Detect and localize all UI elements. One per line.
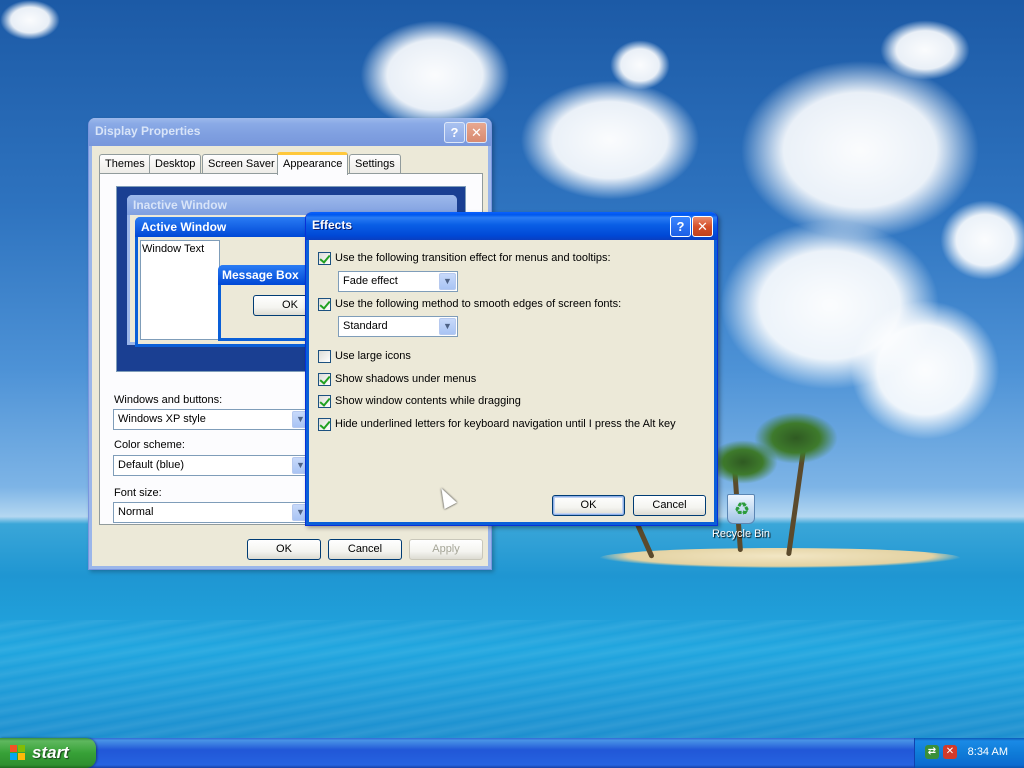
close-button[interactable]: ✕: [466, 122, 487, 143]
font-size-value: Normal: [118, 506, 154, 518]
chevron-down-icon[interactable]: ▼: [439, 318, 456, 335]
effects-titlebar[interactable]: Effects ? ✕: [306, 212, 717, 240]
transition-effect-checkbox[interactable]: [318, 252, 331, 265]
large-icons-label: Use large icons: [335, 350, 411, 362]
start-label: start: [32, 743, 69, 762]
ok-button[interactable]: OK: [247, 539, 321, 560]
tab-appearance[interactable]: Appearance: [277, 152, 349, 175]
effects-title: Effects: [312, 218, 353, 232]
effects-close-button[interactable]: ✕: [692, 216, 713, 237]
color-scheme-select[interactable]: Default (blue) ▼: [113, 455, 311, 476]
display-properties-titlebar[interactable]: Display Properties ? ✕: [89, 118, 491, 146]
transition-effect-label: Use the following transition effect for …: [335, 252, 611, 264]
taskbar[interactable]: start ⇄ ✕ 8:34 AM: [0, 738, 1024, 768]
color-scheme-label: Color scheme:: [114, 439, 185, 451]
question-icon: ?: [676, 219, 685, 234]
smooth-fonts-label: Use the following method to smooth edges…: [335, 298, 622, 310]
close-icon: ✕: [697, 219, 708, 234]
smooth-fonts-select[interactable]: Standard ▼: [338, 316, 458, 337]
effects-ok-button[interactable]: OK: [552, 495, 625, 516]
recycle-bin-icon: ♻: [727, 494, 755, 524]
transition-effect-value: Fade effect: [343, 275, 398, 287]
preview-active-title: Active Window: [141, 220, 227, 234]
font-size-select[interactable]: Normal ▼: [113, 502, 311, 523]
smooth-fonts-value: Standard: [343, 320, 388, 332]
network-icon[interactable]: ⇄: [925, 745, 939, 759]
windows-logo-icon: [10, 745, 26, 761]
windows-buttons-select[interactable]: Windows XP style ▼: [113, 409, 311, 430]
menu-shadows-checkbox[interactable]: [318, 373, 331, 386]
system-tray: ⇄ ✕ 8:34 AM: [914, 738, 1024, 768]
windows-buttons-value: Windows XP style: [118, 413, 206, 425]
question-icon: ?: [450, 125, 459, 140]
effects-dialog[interactable]: Effects ? ✕ Use the following transition…: [305, 212, 718, 526]
apply-button[interactable]: Apply: [409, 539, 483, 560]
start-button[interactable]: start: [0, 738, 96, 768]
smooth-fonts-checkbox[interactable]: [318, 298, 331, 311]
clock[interactable]: 8:34 AM: [968, 746, 1008, 758]
cancel-button[interactable]: Cancel: [328, 539, 402, 560]
hide-underlines-label: Hide underlined letters for keyboard nav…: [335, 418, 676, 430]
hide-underlines-checkbox[interactable]: [318, 418, 331, 431]
chevron-down-icon[interactable]: ▼: [439, 273, 456, 290]
drag-contents-checkbox[interactable]: [318, 395, 331, 408]
font-size-label: Font size:: [114, 487, 162, 499]
help-button[interactable]: ?: [444, 122, 465, 143]
color-scheme-value: Default (blue): [118, 459, 185, 471]
preview-message-box-title: Message Box: [222, 268, 299, 282]
windows-buttons-label: Windows and buttons:: [114, 394, 223, 406]
preview-inactive-title: Inactive Window: [133, 198, 227, 212]
tab-screen-saver[interactable]: Screen Saver: [202, 154, 281, 174]
security-shield-icon[interactable]: ✕: [943, 745, 957, 759]
tab-strip: Themes Desktop Screen Saver Appearance S…: [99, 152, 489, 175]
transition-effect-select[interactable]: Fade effect ▼: [338, 271, 458, 292]
window-title: Display Properties: [95, 124, 201, 138]
close-icon: ✕: [471, 125, 482, 140]
menu-shadows-label: Show shadows under menus: [335, 373, 477, 385]
effects-cancel-button[interactable]: Cancel: [633, 495, 706, 516]
tab-themes[interactable]: Themes: [99, 154, 151, 174]
tab-settings[interactable]: Settings: [349, 154, 401, 174]
tab-desktop[interactable]: Desktop: [149, 154, 202, 174]
effects-help-button[interactable]: ?: [670, 216, 691, 237]
drag-contents-label: Show window contents while dragging: [335, 395, 521, 407]
large-icons-checkbox[interactable]: [318, 350, 331, 363]
recycle-bin-label: Recycle Bin: [711, 528, 771, 540]
preview-window-text: Window Text: [142, 243, 205, 255]
